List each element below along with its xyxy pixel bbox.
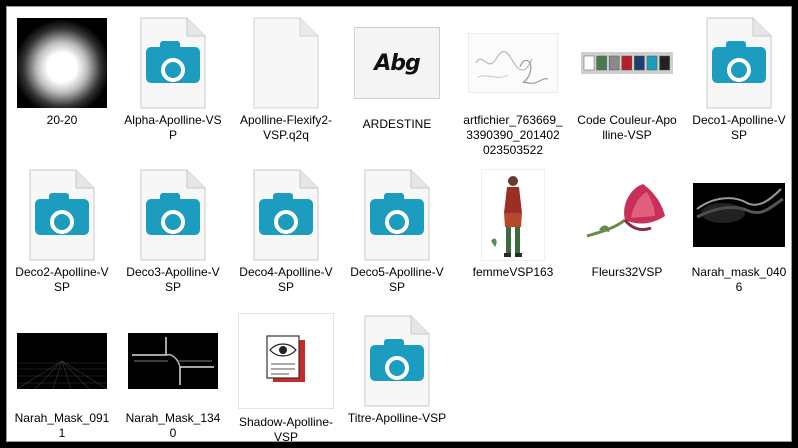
document-thumbnail [123,15,223,111]
document-icon [253,169,319,261]
file-item-deco1[interactable]: Deco1-Apolline-VSP [689,15,789,147]
file-item-deco5[interactable]: Deco5-Apolline-VSP [347,167,447,299]
file-item-artfichier[interactable]: artfichier_763669_3390390_20140202350352… [463,15,563,165]
file-item-apolline-flexify2[interactable]: Apolline-Flexify2-VSP.q2q [236,15,336,147]
handwriting-image [468,33,558,93]
file-item-alpha-apolline-vsp[interactable]: Alpha-Apolline-VSP [123,15,223,147]
camera-icon [712,41,766,83]
file-item-20-20[interactable]: 20-20 [12,15,112,147]
camera-icon [146,193,200,235]
frame-mask-image [128,333,218,389]
mask-image [693,183,785,247]
document-icon [364,315,430,407]
file-explorer-view: 20-20 Alpha-Apolline-VSP Apolline-Flexif… [6,6,792,445]
color-swatch [659,55,670,71]
file-item-fleurs32vsp[interactable]: Fleurs32VSP [577,167,677,299]
document-icon [29,169,95,261]
document-thumbnail [689,15,789,111]
font-preview-icon: Abg [347,15,447,111]
woman-image [481,169,545,261]
document-thumbnail [236,15,336,111]
file-item-code-couleur[interactable]: Code Couleur-Apolline-VSP [577,15,677,165]
radial-gradient-thumbnail [12,15,112,111]
camera-icon [370,193,424,235]
flower-image [581,180,673,250]
mask-thumbnail [689,167,789,263]
document-icon [706,17,772,109]
file-name: Deco3-Apolline-VSP [126,265,220,294]
camera-icon [35,193,89,235]
file-item-narah-mask-1340[interactable]: Narah_Mask_1340 [123,313,223,445]
woman-thumbnail [463,167,563,263]
file-name: Narah_mask_0406 [691,265,787,294]
handwriting-thumbnail [463,15,563,111]
color-swatch [608,55,620,71]
file-name: Deco5-Apolline-VSP [350,265,444,294]
file-item-narah-mask-0406[interactable]: Narah_mask_0406 [689,167,789,299]
file-name: Deco4-Apolline-VSP [239,265,333,294]
frame-mask-thumbnail [123,313,223,409]
font-preview-text: Abg [354,27,440,99]
eye-document-thumbnail [236,313,336,409]
document-thumbnail [123,167,223,263]
document-icon [140,169,206,261]
file-name: Fleurs32VSP [591,265,663,279]
file-name: Shadow-Apolline-VSP [238,415,334,444]
color-swatch [596,55,607,71]
file-name: Narah_Mask_0911 [14,411,110,440]
file-name: Deco1-Apolline-VSP [692,113,786,142]
file-name: Code Couleur-Apolline-VSP [577,113,677,142]
camera-icon [146,41,200,83]
color-swatch [621,55,633,71]
file-name: Titre-Apolline-VSP [347,411,447,425]
document-thumbnail [236,167,336,263]
flower-thumbnail [577,167,677,263]
color-swatch [646,55,658,71]
grid-mask-image [17,333,107,389]
file-name: Narah_Mask_1340 [125,411,221,440]
file-name: 20-20 [46,113,78,127]
file-item-deco2[interactable]: Deco2-Apolline-VSP [12,167,112,299]
camera-icon [370,339,424,381]
file-item-femmevsp163[interactable]: femmeVSP163 [463,167,563,299]
eye-document-icon [238,313,334,409]
file-item-deco4[interactable]: Deco4-Apolline-VSP [236,167,336,299]
file-item-narah-mask-0911[interactable]: Narah_Mask_0911 [12,313,112,445]
grid-mask-thumbnail [12,313,112,409]
file-name: ARDESTINE [362,117,432,131]
file-name: Apolline-Flexify2-VSP.q2q [239,113,333,142]
document-thumbnail [347,313,447,409]
document-icon [364,169,430,261]
file-item-shadow-apolline[interactable]: Shadow-Apolline-VSP [236,313,336,445]
file-item-titre-apolline[interactable]: Titre-Apolline-VSP [347,313,447,445]
blank-file-icon [253,17,319,109]
file-name: Deco2-Apolline-VSP [15,265,109,294]
document-thumbnail [12,167,112,263]
color-swatch [634,55,645,71]
file-name: artfichier_763669_3390390_20140202350352… [463,113,563,157]
file-name: femmeVSP163 [472,265,554,279]
file-item-ardestine[interactable]: Abg ARDESTINE [347,15,447,147]
camera-icon [259,193,313,235]
document-icon [140,17,206,109]
file-item-deco3[interactable]: Deco3-Apolline-VSP [123,167,223,299]
file-name: Alpha-Apolline-VSP [124,113,222,142]
color-swatch [583,55,595,71]
color-swatches [581,52,673,74]
document-thumbnail [347,167,447,263]
color-swatches-thumbnail [577,15,677,111]
